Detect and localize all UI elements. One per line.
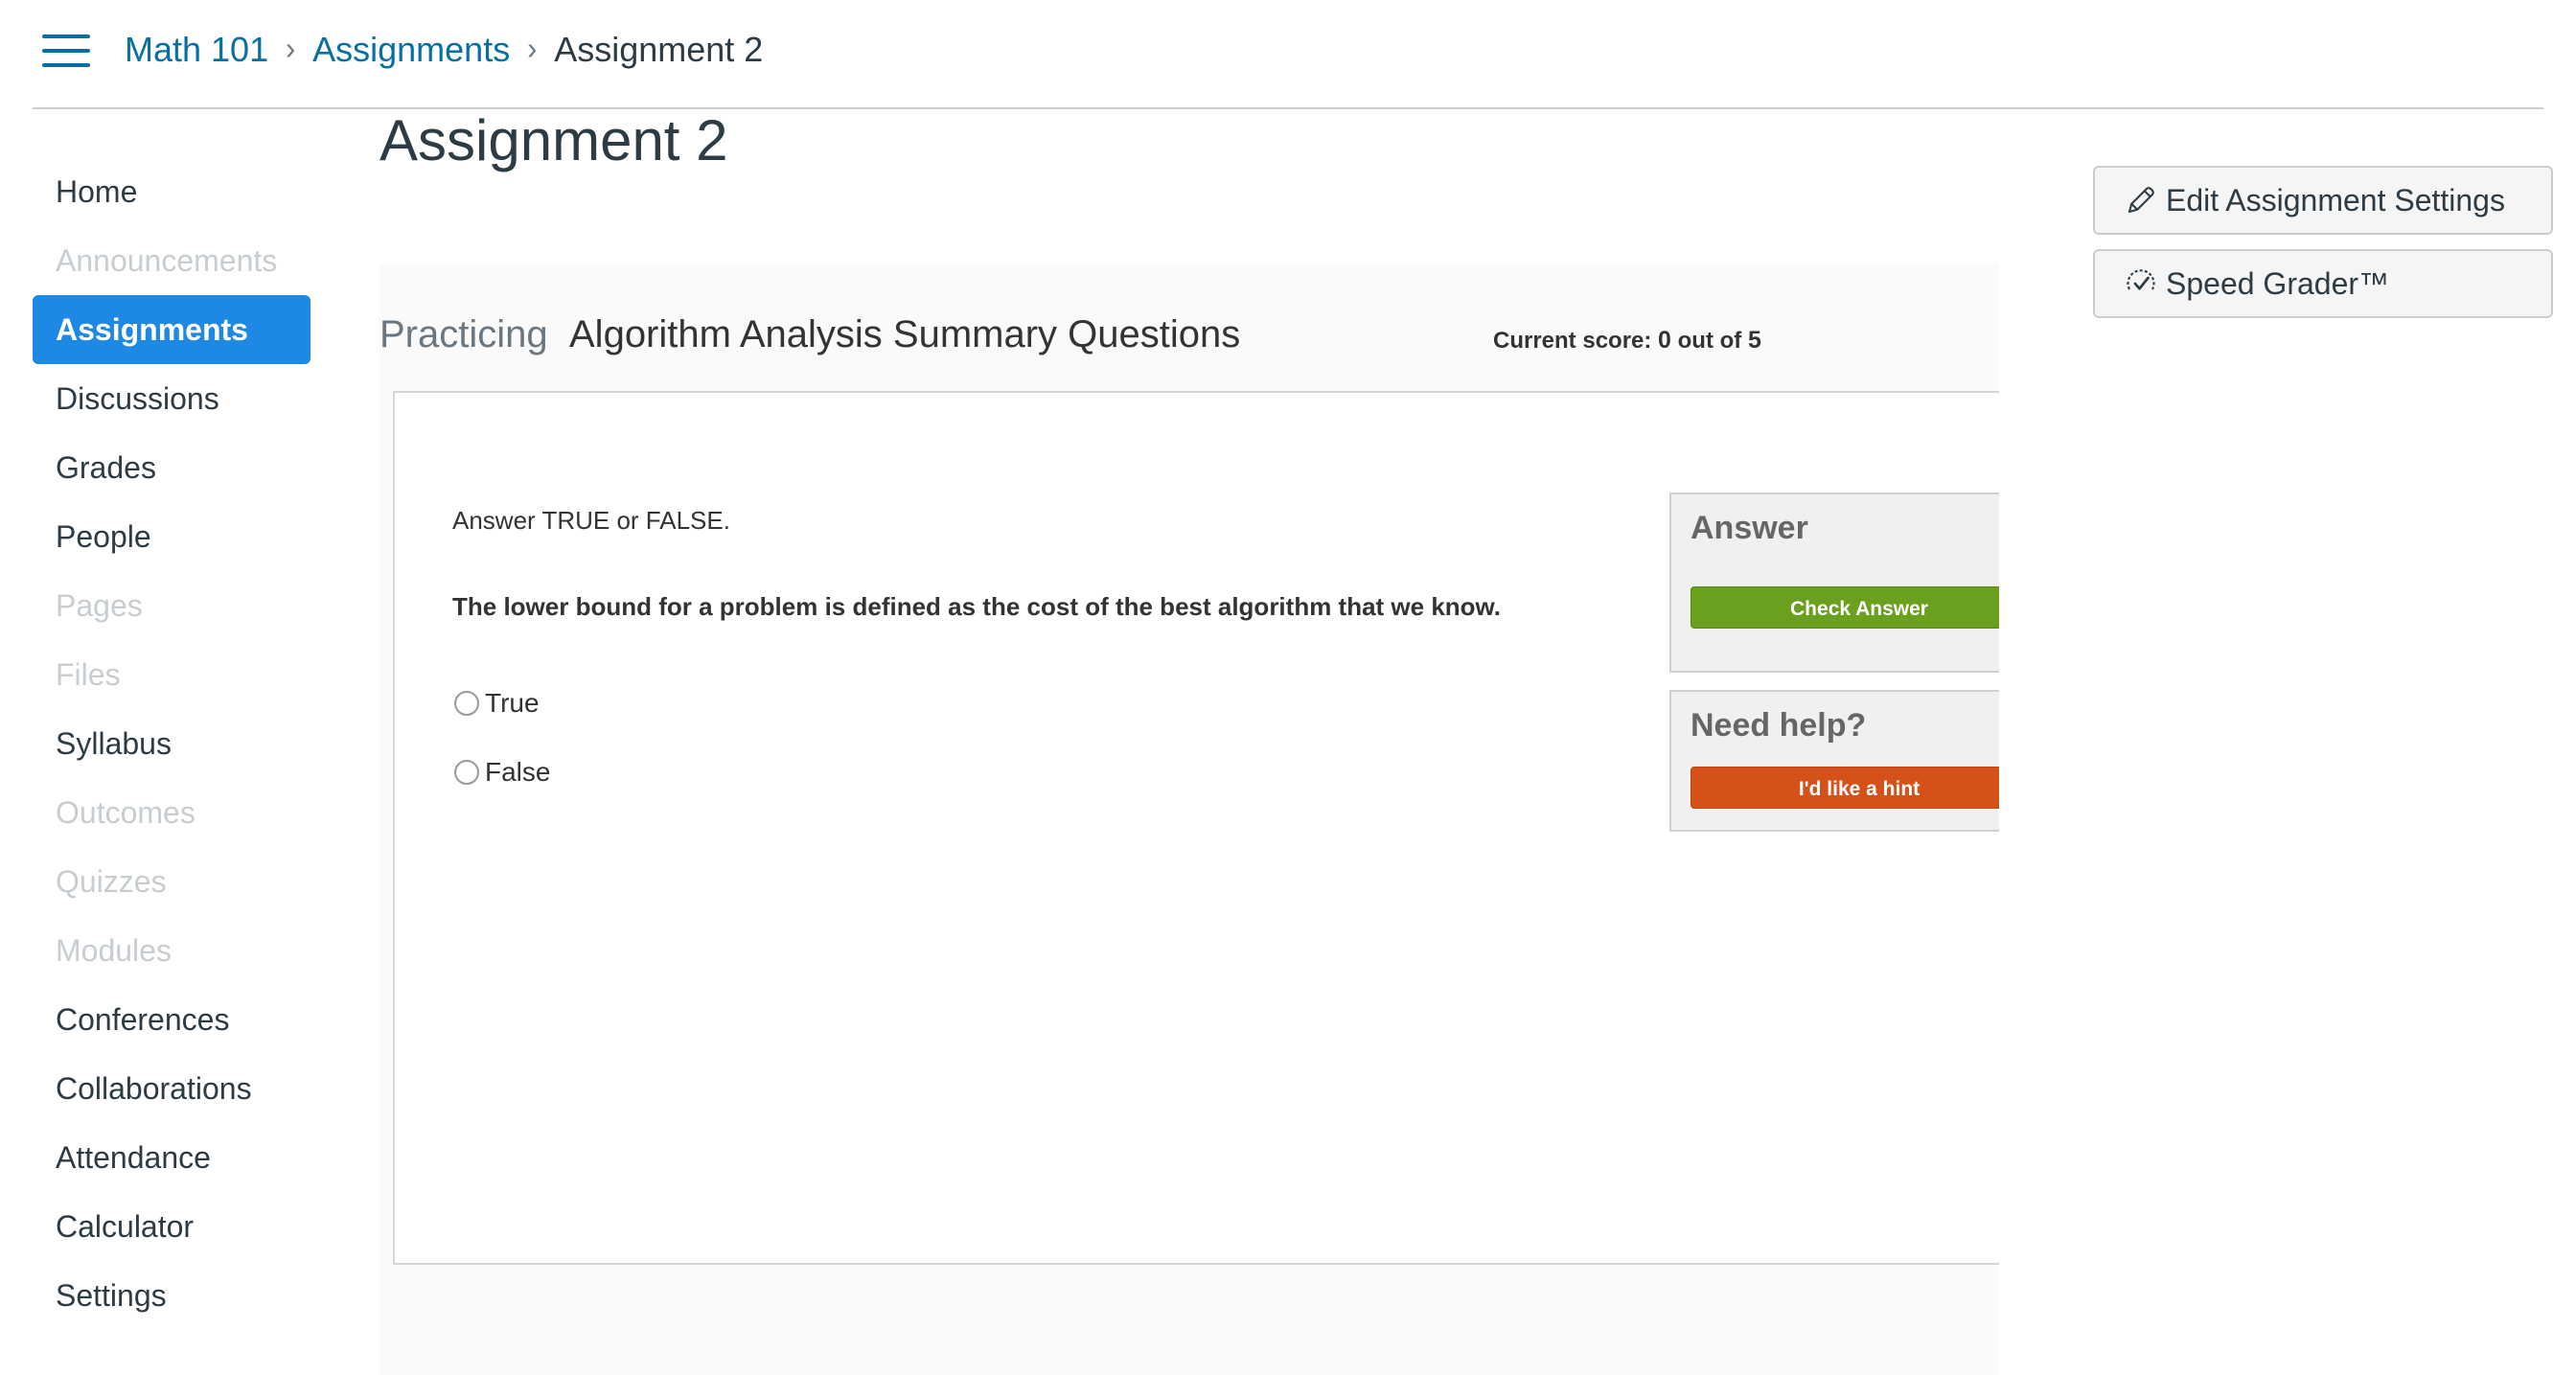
hint-button[interactable]: I'd like a hint	[1690, 767, 1999, 809]
help-box: Need help? I'd like a hint	[1669, 690, 1999, 832]
nav-item-syllabus[interactable]: Syllabus	[33, 709, 310, 778]
practicing-label: Practicing	[380, 313, 548, 355]
nav-item-calculator[interactable]: Calculator	[33, 1192, 310, 1261]
nav-item-outcomes[interactable]: Outcomes	[33, 778, 310, 847]
choice-true-label: True	[485, 688, 540, 718]
check-answer-label: Check Answer	[1790, 598, 1928, 620]
breadcrumb-assignments-link[interactable]: Assignments	[312, 30, 510, 70]
speedgrader-check-icon	[2127, 269, 2155, 290]
radio-true[interactable]	[454, 691, 479, 716]
nav-item-pages[interactable]: Pages	[33, 571, 310, 640]
nav-item-collaborations[interactable]: Collaborations	[33, 1054, 310, 1123]
pencil-icon	[2128, 187, 2154, 214]
nav-item-files[interactable]: Files	[33, 640, 310, 709]
question-text: The lower bound for a problem is defined…	[452, 592, 1502, 621]
speed-grader-button[interactable]: Speed Grader™	[2093, 249, 2553, 318]
check-answer-button[interactable]: Check Answer	[1690, 586, 1999, 629]
edit-assignment-settings-button[interactable]: Edit Assignment Settings	[2093, 166, 2553, 235]
nav-item-announcements[interactable]: Announcements	[33, 226, 310, 295]
nav-item-modules[interactable]: Modules	[33, 916, 310, 985]
problem-panel: Answer TRUE or FALSE. The lower bound fo…	[393, 391, 1999, 1265]
score-label: Current score:	[1493, 328, 1652, 354]
page-title: Assignment 2	[380, 108, 728, 172]
nav-item-people[interactable]: People	[33, 502, 310, 571]
choice-false-label: False	[485, 757, 551, 787]
breadcrumb-separator-icon: ›	[527, 32, 538, 67]
nav-item-home[interactable]: Home	[33, 157, 310, 226]
score-separator: out of	[1677, 328, 1742, 354]
help-box-title: Need help?	[1690, 707, 1867, 744]
breadcrumb-course-link[interactable]: Math 101	[125, 30, 268, 70]
nav-item-grades[interactable]: Grades	[33, 433, 310, 502]
hint-label: I'd like a hint	[1798, 778, 1920, 800]
exercise-frame: Practicing Algorithm Analysis Summary Qu…	[380, 264, 1999, 1375]
answer-box-title: Answer	[1690, 510, 1808, 546]
exercise-title: Algorithm Analysis Summary Questions	[569, 313, 1241, 355]
nav-item-assignments[interactable]: Assignments	[33, 295, 310, 364]
breadcrumb: Math 101 › Assignments › Assignment 2	[125, 23, 763, 77]
edit-assignment-settings-label: Edit Assignment Settings	[2166, 182, 2505, 218]
nav-item-conferences[interactable]: Conferences	[33, 985, 310, 1054]
breadcrumb-separator-icon: ›	[286, 32, 296, 67]
score-current: 0	[1658, 327, 1671, 354]
speed-grader-label: Speed Grader™	[2166, 265, 2390, 301]
breadcrumb-current: Assignment 2	[554, 30, 764, 69]
nav-item-discussions[interactable]: Discussions	[33, 364, 310, 433]
choice-true[interactable]: True	[454, 688, 540, 719]
hamburger-menu-icon[interactable]	[42, 34, 90, 67]
choice-false[interactable]: False	[454, 757, 550, 788]
radio-false[interactable]	[454, 760, 479, 785]
current-score: Current score: 0 out of 5	[1493, 327, 1761, 355]
nav-item-quizzes[interactable]: Quizzes	[33, 847, 310, 916]
nav-item-settings[interactable]: Settings	[33, 1261, 310, 1330]
instruction-text: Answer TRUE or FALSE.	[452, 506, 730, 535]
nav-item-attendance[interactable]: Attendance	[33, 1123, 310, 1192]
course-nav: Home Announcements Assignments Discussio…	[33, 157, 310, 1330]
answer-box: Answer Check Answer	[1669, 493, 1999, 673]
score-total: 5	[1747, 327, 1761, 354]
